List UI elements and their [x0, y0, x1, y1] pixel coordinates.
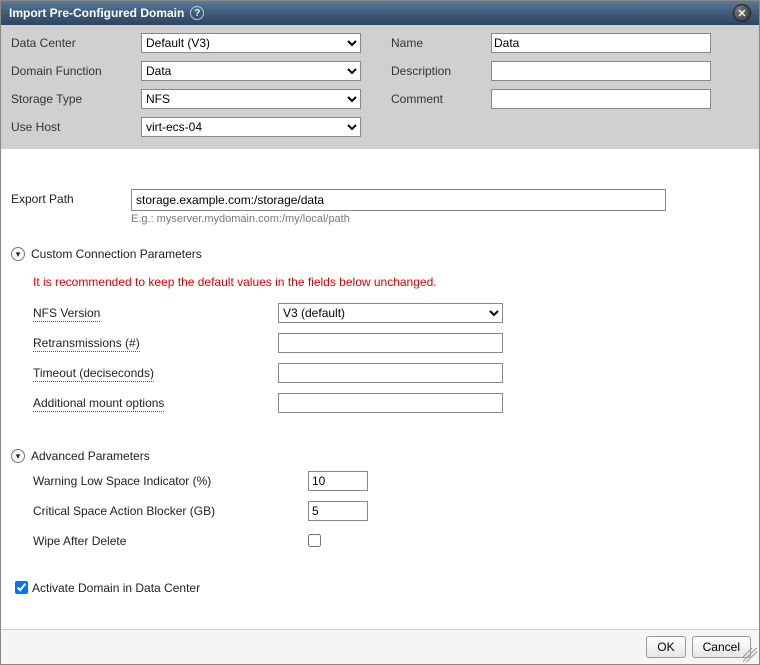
chevron-down-icon: ▾: [11, 247, 25, 261]
resize-grip[interactable]: [743, 648, 757, 662]
import-domain-dialog: Import Pre-Configured Domain ? ✕ Data Ce…: [0, 0, 760, 665]
warning-low-input[interactable]: [308, 471, 368, 491]
storage-type-label: Storage Type: [11, 92, 141, 106]
custom-parameters-toggle[interactable]: ▾ Custom Connection Parameters: [11, 247, 749, 261]
activate-label: Activate Domain in Data Center: [32, 581, 200, 595]
storage-type-select[interactable]: NFS: [141, 89, 361, 109]
close-icon[interactable]: ✕: [733, 4, 751, 22]
timeout-input[interactable]: [278, 363, 503, 383]
retransmissions-label: Retransmissions (#): [33, 336, 140, 352]
use-host-select[interactable]: virt-ecs-04: [141, 117, 361, 137]
activate-checkbox[interactable]: [15, 581, 28, 594]
export-path-label: Export Path: [11, 189, 131, 206]
description-input[interactable]: [491, 61, 711, 81]
domain-function-label: Domain Function: [11, 64, 141, 78]
timeout-label: Timeout (deciseconds): [33, 366, 154, 382]
data-center-label: Data Center: [11, 36, 141, 50]
custom-parameters-section: ▾ Custom Connection Parameters It is rec…: [11, 247, 749, 427]
help-icon[interactable]: ?: [190, 6, 204, 20]
export-path-row: Export Path E.g.: myserver.mydomain.com:…: [11, 189, 749, 225]
wipe-label: Wipe After Delete: [33, 534, 126, 548]
dialog-body: Export Path E.g.: myserver.mydomain.com:…: [1, 149, 759, 629]
ok-button[interactable]: OK: [646, 636, 685, 658]
data-center-select[interactable]: Default (V3): [141, 33, 361, 53]
critical-input[interactable]: [308, 501, 368, 521]
custom-parameters-heading: Custom Connection Parameters: [31, 247, 202, 261]
activate-row: Activate Domain in Data Center: [11, 578, 749, 597]
retransmissions-input[interactable]: [278, 333, 503, 353]
description-label: Description: [391, 64, 491, 78]
comment-input[interactable]: [491, 89, 711, 109]
use-host-label: Use Host: [11, 120, 141, 134]
comment-label: Comment: [391, 92, 491, 106]
custom-warning: It is recommended to keep the default va…: [33, 275, 745, 289]
button-bar: OK Cancel: [1, 629, 759, 664]
chevron-down-icon: ▾: [11, 449, 25, 463]
export-path-hint: E.g.: myserver.mydomain.com:/my/local/pa…: [131, 213, 666, 225]
mount-options-label: Additional mount options: [33, 396, 164, 412]
advanced-parameters-heading: Advanced Parameters: [31, 449, 150, 463]
critical-label: Critical Space Action Blocker (GB): [33, 504, 215, 518]
export-path-input[interactable]: [131, 189, 666, 211]
wipe-checkbox[interactable]: [308, 534, 321, 547]
advanced-parameters-toggle[interactable]: ▾ Advanced Parameters: [11, 449, 749, 463]
warning-low-label: Warning Low Space Indicator (%): [33, 474, 211, 488]
dialog-title: Import Pre-Configured Domain: [9, 6, 184, 20]
titlebar: Import Pre-Configured Domain ? ✕: [1, 1, 759, 25]
name-input[interactable]: [491, 33, 711, 53]
nfs-version-label: NFS Version: [33, 306, 100, 322]
name-label: Name: [391, 36, 491, 50]
domain-function-select[interactable]: Data: [141, 61, 361, 81]
advanced-parameters-section: ▾ Advanced Parameters Warning Low Space …: [11, 449, 749, 564]
top-form: Data Center Default (V3) Name Domain Fun…: [1, 25, 759, 149]
mount-options-input[interactable]: [278, 393, 503, 413]
nfs-version-select[interactable]: V3 (default): [278, 303, 503, 323]
